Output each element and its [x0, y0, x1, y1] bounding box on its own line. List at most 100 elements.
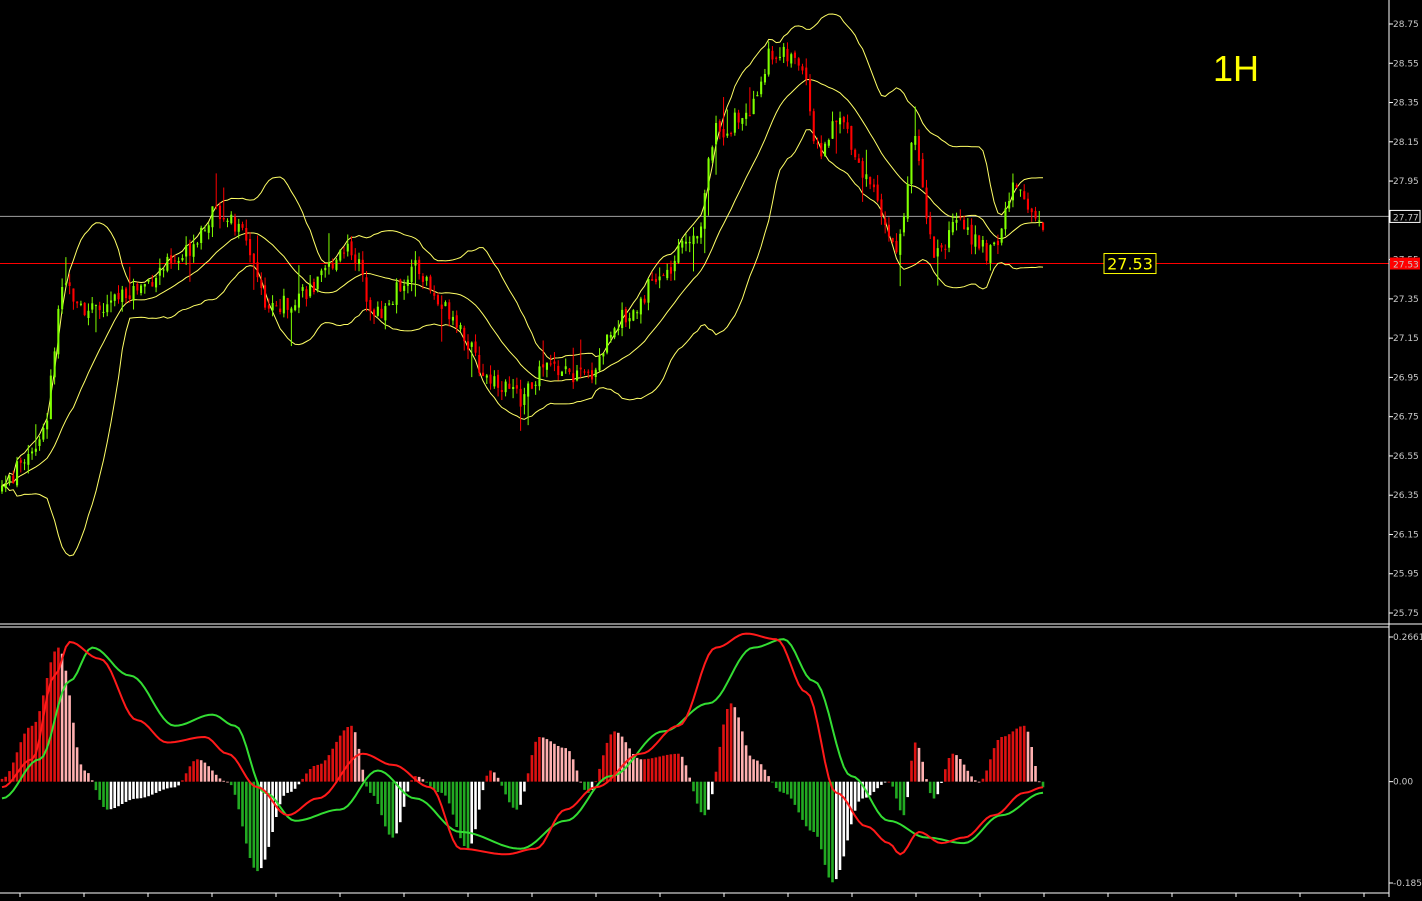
candle-body — [1026, 198, 1029, 210]
candle-body — [519, 388, 522, 407]
candle-body — [312, 282, 315, 292]
macd-histogram-bar — [376, 781, 380, 804]
candle-body — [76, 301, 79, 304]
candle-body — [470, 342, 473, 347]
candle-body — [530, 382, 533, 389]
macd-histogram-bar — [323, 760, 327, 782]
candle-body — [940, 245, 943, 248]
macd-histogram-bar — [87, 773, 90, 782]
candle-body — [891, 237, 894, 242]
macd-histogram-bar — [440, 781, 443, 793]
macd-histogram-bar — [301, 778, 304, 782]
macd-histogram-bar — [1007, 734, 1011, 782]
candle-body — [568, 368, 571, 372]
candle-body — [989, 245, 992, 263]
candle-body — [876, 184, 879, 201]
candle-body — [188, 243, 191, 256]
candle-body — [354, 254, 357, 263]
candle-body — [474, 341, 477, 353]
macd-histogram-bar — [680, 756, 684, 782]
macd-histogram-bar — [113, 781, 116, 808]
candle-body — [436, 295, 439, 305]
macd-histogram-bar — [1030, 747, 1033, 782]
candle-body — [1015, 185, 1018, 188]
price-tick-label: 25.75 — [1393, 609, 1419, 619]
candle-body — [730, 133, 733, 135]
candle-body — [639, 298, 642, 315]
candle-body — [1, 485, 4, 492]
candle-body — [316, 276, 319, 290]
macd-histogram-bar — [474, 781, 477, 830]
candle-body — [587, 371, 590, 373]
candle-body — [512, 387, 515, 389]
candle-body — [369, 300, 372, 312]
macd-histogram-bar — [8, 771, 11, 782]
macd-histogram-bar — [478, 781, 481, 810]
macd-histogram-bar — [722, 724, 725, 782]
macd-histogram-bar — [846, 781, 849, 841]
candle-body — [53, 351, 56, 378]
macd-histogram-bar — [68, 695, 71, 782]
candle-body — [249, 239, 252, 256]
current-price-tag-label: 27.77 — [1393, 213, 1419, 223]
candle-body — [835, 120, 838, 123]
macd-histogram-bar — [917, 747, 921, 782]
candle-body — [218, 205, 221, 220]
candle-body — [211, 206, 214, 228]
macd-histogram-bar — [951, 753, 955, 782]
candle-body — [963, 219, 966, 230]
macd-histogram-bar — [1000, 737, 1003, 782]
candle-body — [267, 305, 270, 309]
candle-body — [4, 484, 7, 489]
macd-histogram-bar — [421, 779, 425, 782]
candle-body — [692, 235, 695, 245]
macd-histogram-bar — [711, 781, 714, 795]
macd-histogram-bar — [977, 781, 981, 783]
macd-histogram-bar — [173, 781, 177, 788]
candle-body — [282, 295, 285, 314]
macd-histogram-bar — [767, 776, 770, 782]
macd-histogram-bar — [684, 765, 688, 782]
macd-histogram-bar — [384, 781, 387, 827]
macd-histogram-bar — [233, 781, 237, 795]
macd-histogram-bar — [523, 781, 526, 792]
candle-body — [981, 240, 984, 247]
candle-body — [715, 123, 718, 145]
candle-body — [68, 282, 71, 286]
candle-body — [786, 48, 789, 62]
candle-body — [508, 383, 511, 389]
candle-body — [557, 365, 560, 376]
level-label: 27.53 — [1107, 255, 1153, 274]
macd-histogram-bar — [293, 781, 297, 789]
candle-body — [797, 58, 800, 66]
candle-body — [700, 226, 703, 238]
candle-body — [38, 439, 41, 446]
price-tick-label: 26.55 — [1393, 452, 1419, 462]
macd-histogram-bar — [981, 778, 985, 782]
candle-body — [955, 219, 958, 223]
price-tick-label: 25.95 — [1393, 570, 1419, 580]
candle-body — [339, 250, 342, 261]
candle-body — [636, 312, 639, 314]
macd-histogram-bar — [102, 781, 105, 807]
macd-histogram-bar — [553, 743, 556, 782]
candle-body — [688, 242, 691, 244]
price-tick-label: 28.35 — [1393, 99, 1419, 109]
candle-body — [421, 276, 424, 282]
macd-histogram-bar — [883, 781, 887, 783]
candle-body — [602, 353, 605, 357]
candle-body — [534, 384, 537, 386]
price-tick-label: 28.15 — [1393, 138, 1419, 148]
macd-histogram-bar — [966, 770, 970, 782]
macd-histogram-bar — [921, 761, 924, 782]
chart-root: 27.53 28.7528.5528.3528.1527.9527.5527.3… — [0, 0, 1422, 897]
candle-body — [606, 334, 609, 353]
candle-body — [782, 46, 785, 57]
candle-body — [343, 252, 346, 254]
macd-histogram-bar — [857, 781, 861, 802]
macd-histogram-bar — [842, 781, 846, 857]
candle-body — [403, 285, 406, 291]
candle-body — [485, 375, 488, 378]
macd-histogram-bar — [936, 781, 940, 795]
candle-body — [613, 328, 616, 338]
